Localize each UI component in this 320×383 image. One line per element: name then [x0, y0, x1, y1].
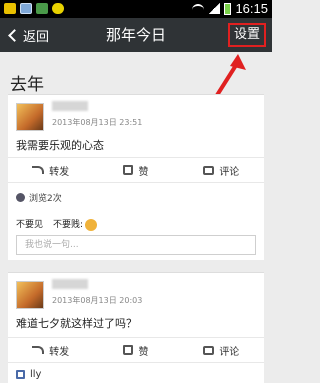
reaction-item[interactable]: 不要见: [16, 217, 43, 230]
thumbs-up-icon: [123, 165, 134, 175]
post-card: 2013年08月13日 20:03 难道七夕就这样过了吗？ 转发 赞 评论 ll…: [8, 272, 264, 383]
likes-row: lly: [16, 369, 41, 380]
like-label: 赞: [138, 346, 149, 358]
reaction-item[interactable]: 不要贱:: [53, 217, 98, 231]
share-icon: [32, 166, 45, 174]
post-text: 我需要乐观的心态: [16, 139, 104, 152]
post-card: 2013年08月13日 23:51 我需要乐观的心态 转发 赞 评论 浏览2次 …: [8, 94, 264, 260]
thumbs-up-icon: [16, 370, 25, 379]
comment-button[interactable]: 评论: [179, 338, 264, 362]
comment-label: 评论: [219, 346, 240, 358]
share-button[interactable]: 转发: [8, 338, 93, 362]
emoji-icon: [85, 218, 98, 231]
warning-icon: [4, 3, 16, 14]
likes-names[interactable]: lly: [30, 369, 41, 380]
thumbs-up-icon: [123, 345, 134, 355]
person-icon: [16, 193, 25, 202]
wechat-icon: [52, 3, 64, 14]
share-button[interactable]: 转发: [8, 158, 93, 182]
post-text: 难道七夕就这样过了吗？: [16, 317, 137, 330]
wifi-icon: [192, 3, 205, 14]
system-icons: 16:15: [192, 1, 268, 16]
user-name-blurred: [52, 101, 88, 111]
nav-header: 返回 那年今日 设置: [0, 18, 272, 52]
signal-icon: [208, 3, 221, 14]
notification-icons: [4, 3, 64, 14]
post-time: 2013年08月13日 20:03: [52, 296, 143, 305]
views-label: 浏览2次: [29, 194, 62, 204]
settings-button[interactable]: 设置: [227, 23, 266, 47]
status-bar: 16:15: [0, 0, 272, 18]
post-time: 2013年08月13日 23:51: [52, 118, 143, 127]
message-icon: [36, 3, 48, 14]
post-actions: 转发 赞 评论: [8, 157, 264, 183]
avatar[interactable]: [16, 103, 44, 131]
avatar[interactable]: [16, 281, 44, 309]
comment-button[interactable]: 评论: [179, 158, 264, 182]
like-button[interactable]: 赞: [93, 338, 178, 362]
reaction-row: 不要见 不要贱:: [16, 217, 98, 231]
comment-input[interactable]: 我也说一句...: [16, 235, 256, 255]
section-title: 去年: [10, 75, 44, 95]
comment-icon: [203, 165, 215, 175]
comment-icon: [203, 345, 215, 355]
image-icon: [20, 3, 32, 14]
view-count: 浏览2次: [16, 191, 62, 204]
share-label: 转发: [49, 166, 70, 178]
post-actions: 转发 赞 评论: [8, 337, 264, 363]
battery-icon: [224, 2, 232, 15]
like-label: 赞: [138, 166, 149, 178]
share-label: 转发: [49, 346, 70, 358]
status-time: 16:15: [235, 1, 268, 16]
comment-label: 评论: [219, 166, 240, 178]
reaction-label: 不要贱:: [53, 220, 84, 230]
share-icon: [32, 346, 45, 354]
user-name-blurred: [52, 279, 88, 289]
like-button[interactable]: 赞: [93, 158, 178, 182]
